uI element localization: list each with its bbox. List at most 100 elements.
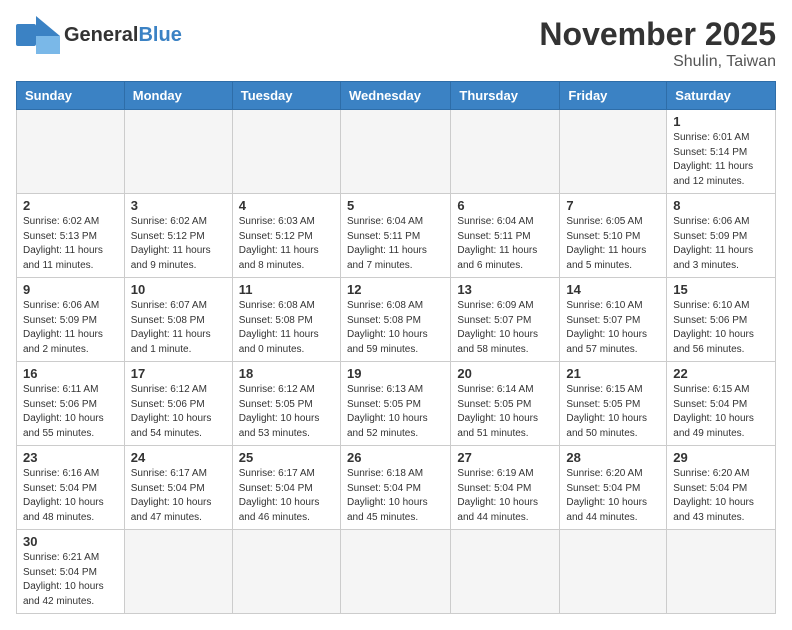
logo-blue: Blue [138,24,181,46]
day-info: Sunrise: 6:20 AMSunset: 5:04 PMDaylight:… [566,467,660,525]
calendar-cell: 15 Sunrise: 6:10 AMSunset: 5:06 PMDayligh… [667,278,776,362]
calendar-week-2: 2 Sunrise: 6:02 AMSunset: 5:13 PMDaylight… [17,194,776,278]
day-number: 28 [566,450,660,465]
calendar-week-1: 1Sunrise: 6:01 AMSunset: 5:14 PMDaylight… [17,110,776,194]
calendar-cell [232,110,340,194]
day-number: 2 [23,198,118,213]
day-info: Sunrise: 6:02 AMSunset: 5:13 PMDaylight:… [23,215,118,273]
day-info: Sunrise: 6:15 AMSunset: 5:04 PMDaylight:… [673,383,769,441]
calendar-cell [560,530,667,614]
calendar-cell: 9 Sunrise: 6:06 AMSunset: 5:09 PMDaylight… [17,278,125,362]
calendar-cell [124,530,232,614]
day-number: 4 [239,198,334,213]
day-number: 15 [673,282,769,297]
calendar-cell: 26Sunrise: 6:18 AMSunset: 5:04 PMDayligh… [340,446,450,530]
weekday-header-wednesday: Wednesday [340,82,450,110]
calendar-cell: 10Sunrise: 6:07 AMSunset: 5:08 PMDayligh… [124,278,232,362]
calendar-cell: 12 Sunrise: 6:08 AMSunset: 5:08 PMDayligh… [340,278,450,362]
calendar-cell: 14 Sunrise: 6:10 AMSunset: 5:07 PMDayligh… [560,278,667,362]
day-info: Sunrise: 6:03 AMSunset: 5:12 PMDaylight:… [239,215,334,273]
day-info: Sunrise: 6:06 AMSunset: 5:09 PMDaylight:… [23,299,118,357]
calendar-cell [340,530,450,614]
calendar-cell: 16Sunrise: 6:11 AMSunset: 5:06 PMDayligh… [17,362,125,446]
day-number: 12 [347,282,444,297]
calendar-cell: 25Sunrise: 6:17 AMSunset: 5:04 PMDayligh… [232,446,340,530]
calendar-cell [124,110,232,194]
calendar-cell: 1Sunrise: 6:01 AMSunset: 5:14 PMDaylight… [667,110,776,194]
day-info: Sunrise: 6:04 AMSunset: 5:11 PMDaylight:… [457,215,553,273]
day-info: Sunrise: 6:09 AMSunset: 5:07 PMDaylight:… [457,299,553,357]
calendar-cell: 2 Sunrise: 6:02 AMSunset: 5:13 PMDaylight… [17,194,125,278]
day-info: Sunrise: 6:14 AMSunset: 5:05 PMDaylight:… [457,383,553,441]
day-info: Sunrise: 6:04 AMSunset: 5:11 PMDaylight:… [347,215,444,273]
calendar-cell: 13 Sunrise: 6:09 AMSunset: 5:07 PMDayligh… [451,278,560,362]
weekday-header-friday: Friday [560,82,667,110]
day-number: 13 [457,282,553,297]
calendar-week-6: 30Sunrise: 6:21 AMSunset: 5:04 PMDayligh… [17,530,776,614]
calendar-table: SundayMondayTuesdayWednesdayThursdayFrid… [16,81,776,614]
calendar-cell: 22 Sunrise: 6:15 AMSunset: 5:04 PMDayligh… [667,362,776,446]
calendar-header-row: SundayMondayTuesdayWednesdayThursdayFrid… [17,82,776,110]
day-info: Sunrise: 6:08 AMSunset: 5:08 PMDaylight:… [239,299,334,357]
day-number: 23 [23,450,118,465]
day-info: Sunrise: 6:08 AMSunset: 5:08 PMDaylight:… [347,299,444,357]
logo: GeneralBlue [16,16,182,54]
day-number: 29 [673,450,769,465]
calendar-cell: 29Sunrise: 6:20 AMSunset: 5:04 PMDayligh… [667,446,776,530]
calendar-cell [232,530,340,614]
day-info: Sunrise: 6:07 AMSunset: 5:08 PMDaylight:… [131,299,226,357]
day-info: Sunrise: 6:13 AMSunset: 5:05 PMDaylight:… [347,383,444,441]
day-number: 6 [457,198,553,213]
day-info: Sunrise: 6:10 AMSunset: 5:07 PMDaylight:… [566,299,660,357]
month-title: November 2025 [539,16,776,53]
calendar-cell: 11 Sunrise: 6:08 AMSunset: 5:08 PMDayligh… [232,278,340,362]
day-info: Sunrise: 6:21 AMSunset: 5:04 PMDaylight:… [23,551,118,609]
day-number: 5 [347,198,444,213]
weekday-header-monday: Monday [124,82,232,110]
calendar-cell: 4 Sunrise: 6:03 AMSunset: 5:12 PMDaylight… [232,194,340,278]
calendar-week-5: 23Sunrise: 6:16 AMSunset: 5:04 PMDayligh… [17,446,776,530]
day-number: 3 [131,198,226,213]
day-info: Sunrise: 6:19 AMSunset: 5:04 PMDaylight:… [457,467,553,525]
day-info: Sunrise: 6:12 AMSunset: 5:06 PMDaylight:… [131,383,226,441]
day-number: 20 [457,366,553,381]
calendar-cell: 6 Sunrise: 6:04 AMSunset: 5:11 PMDaylight… [451,194,560,278]
day-info: Sunrise: 6:17 AMSunset: 5:04 PMDaylight:… [131,467,226,525]
calendar-cell: 18 Sunrise: 6:12 AMSunset: 5:05 PMDayligh… [232,362,340,446]
location: Shulin, Taiwan [539,53,776,71]
calendar-cell: 17 Sunrise: 6:12 AMSunset: 5:06 PMDayligh… [124,362,232,446]
weekday-header-saturday: Saturday [667,82,776,110]
weekday-header-sunday: Sunday [17,82,125,110]
day-number: 18 [239,366,334,381]
day-number: 22 [673,366,769,381]
page-header: GeneralBlue November 2025 Shulin, Taiwan [16,16,776,71]
day-info: Sunrise: 6:15 AMSunset: 5:05 PMDaylight:… [566,383,660,441]
day-number: 11 [239,282,334,297]
day-number: 26 [347,450,444,465]
calendar-cell [560,110,667,194]
day-number: 7 [566,198,660,213]
calendar-cell [451,110,560,194]
day-number: 9 [23,282,118,297]
day-info: Sunrise: 6:05 AMSunset: 5:10 PMDaylight:… [566,215,660,273]
title-block: November 2025 Shulin, Taiwan [539,16,776,71]
day-number: 14 [566,282,660,297]
calendar-cell: 28 Sunrise: 6:20 AMSunset: 5:04 PMDayligh… [560,446,667,530]
calendar-cell: 23Sunrise: 6:16 AMSunset: 5:04 PMDayligh… [17,446,125,530]
day-number: 17 [131,366,226,381]
weekday-header-tuesday: Tuesday [232,82,340,110]
day-info: Sunrise: 6:11 AMSunset: 5:06 PMDaylight:… [23,383,118,441]
day-info: Sunrise: 6:06 AMSunset: 5:09 PMDaylight:… [673,215,769,273]
calendar-cell: 24Sunrise: 6:17 AMSunset: 5:04 PMDayligh… [124,446,232,530]
calendar-cell: 27 Sunrise: 6:19 AMSunset: 5:04 PMDayligh… [451,446,560,530]
day-info: Sunrise: 6:01 AMSunset: 5:14 PMDaylight:… [673,131,769,189]
calendar-week-3: 9 Sunrise: 6:06 AMSunset: 5:09 PMDaylight… [17,278,776,362]
day-info: Sunrise: 6:12 AMSunset: 5:05 PMDaylight:… [239,383,334,441]
calendar-cell: 21Sunrise: 6:15 AMSunset: 5:05 PMDayligh… [560,362,667,446]
day-info: Sunrise: 6:10 AMSunset: 5:06 PMDaylight:… [673,299,769,357]
day-number: 25 [239,450,334,465]
calendar-cell: 3Sunrise: 6:02 AMSunset: 5:12 PMDaylight… [124,194,232,278]
day-number: 27 [457,450,553,465]
calendar-cell: 7 Sunrise: 6:05 AMSunset: 5:10 PMDaylight… [560,194,667,278]
logo-icon [16,16,60,54]
